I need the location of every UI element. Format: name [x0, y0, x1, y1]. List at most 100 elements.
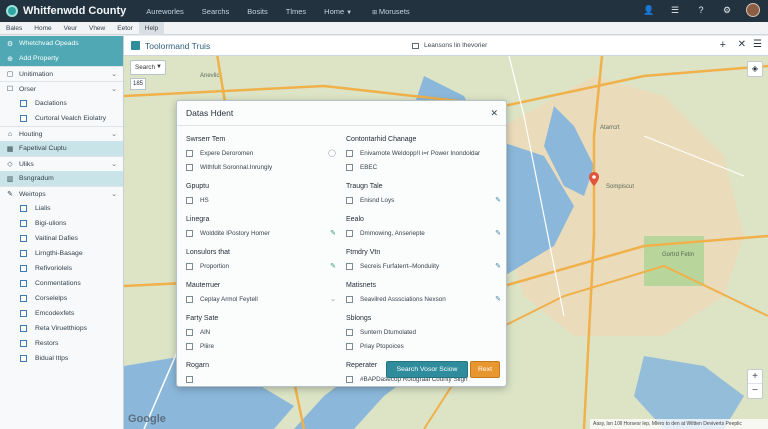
user-icon[interactable]: 👤 [642, 3, 656, 17]
settings-icon[interactable]: ☰ [668, 3, 682, 17]
filter-option[interactable]: Enivarnote Weldopp!I i=r Power Inondolda… [346, 146, 501, 160]
filter-option[interactable]: HS [186, 193, 336, 207]
sidebar-checkbox[interactable] [20, 310, 27, 317]
filter-checkbox[interactable] [346, 295, 353, 303]
location-pin-icon[interactable] [589, 172, 599, 186]
close-icon[interactable]: ✕ [490, 108, 498, 119]
sidebar-checkbox[interactable] [20, 250, 27, 257]
map-search-dropdown[interactable]: Search ▼ [130, 60, 166, 75]
filter-checkbox[interactable] [346, 163, 353, 171]
sidebar-item[interactable]: Refivoriolels [0, 261, 123, 276]
nav-item[interactable]: Tlmes [286, 7, 306, 16]
filter-option[interactable]: Priay Ptopoices [346, 339, 501, 353]
sidebar-checkbox[interactable] [20, 115, 27, 122]
filter-checkbox[interactable] [186, 342, 193, 350]
filter-option[interactable]: Dmmowing, Anseriepte ✎ [346, 226, 501, 240]
sidebar-item[interactable]: Daclations [0, 96, 123, 111]
chevron-down-icon[interactable]: ⌄ [111, 130, 117, 138]
edit-icon[interactable]: ✎ [495, 262, 501, 270]
filter-checkbox[interactable] [186, 149, 193, 157]
filter-option[interactable]: EBEC [346, 160, 501, 174]
menu-item-help[interactable]: Help [138, 21, 165, 35]
sidebar-item[interactable]: ☐ Orser ⌄ [0, 81, 123, 96]
filter-option[interactable]: Seavilred Asssciations Nexson ✎ [346, 292, 501, 306]
filter-option[interactable]: Pliire [186, 339, 336, 353]
sidebar-checkbox[interactable] [20, 325, 27, 332]
sidebar-checkbox[interactable] [20, 355, 27, 362]
menu-icon[interactable]: ☰ [753, 39, 762, 50]
filter-checkbox[interactable] [186, 229, 193, 237]
filter-checkbox[interactable] [346, 196, 353, 204]
menu-item[interactable]: Veur [58, 25, 83, 32]
sidebar-item[interactable]: ⌂ Houting ⌄ [0, 126, 123, 141]
menu-item[interactable]: Bales [0, 25, 28, 32]
menu-item[interactable]: Vhew [83, 25, 111, 32]
reset-button[interactable]: Rext [470, 361, 500, 378]
search-button[interactable]: Search Vosor Sciow [386, 361, 468, 378]
chevron-down-icon[interactable]: ⌄ [111, 70, 117, 78]
chevron-down-icon[interactable]: ⌄ [111, 160, 117, 168]
filter-checkbox[interactable] [346, 262, 353, 270]
sidebar-item[interactable]: ▥ Bsngradum [0, 171, 123, 186]
sidebar-item[interactable]: Restors [0, 336, 123, 351]
zoom-in-button[interactable]: + [748, 370, 762, 384]
sidebar-item[interactable]: ⚙ Whetchvad Opeads [0, 36, 123, 51]
sidebar-checkbox[interactable] [20, 205, 27, 212]
refresh-icon[interactable]: ◯ [328, 149, 336, 157]
filter-checkbox[interactable] [346, 342, 353, 350]
sidebar-checkbox[interactable] [20, 280, 27, 287]
sidebar-item[interactable]: Emcodexfets [0, 306, 123, 321]
filter-option[interactable]: Proportion ✎ [186, 259, 336, 273]
nav-item[interactable]: Aureworles [146, 7, 184, 16]
sidebar-item[interactable]: Bigi-ulions [0, 216, 123, 231]
menu-item[interactable]: Home [28, 25, 57, 32]
sidebar-checkbox[interactable] [20, 220, 27, 227]
edit-icon[interactable]: ✎ [330, 229, 336, 237]
sidebar-item[interactable]: ▦ Fapetival Cuptu [0, 141, 123, 156]
filter-option[interactable] [186, 372, 336, 386]
chevron-down-icon[interactable]: ⌄ [111, 190, 117, 198]
sidebar-checkbox[interactable] [20, 295, 27, 302]
filter-checkbox[interactable] [346, 229, 353, 237]
chevron-down-icon[interactable]: ⌄ [111, 85, 117, 93]
sidebar-checkbox[interactable] [20, 340, 27, 347]
sidebar-checkbox[interactable] [20, 235, 27, 242]
layers-icon[interactable]: ◈ [747, 61, 763, 77]
sidebar-checkbox[interactable] [20, 265, 27, 272]
sidebar-item[interactable]: ✎ Weirtops ⌄ [0, 186, 123, 201]
filter-option[interactable]: Expere Deroromen ◯ [186, 146, 336, 160]
filter-checkbox[interactable] [186, 375, 193, 383]
filter-checkbox[interactable] [346, 328, 353, 336]
filter-checkbox[interactable] [186, 295, 193, 303]
add-icon[interactable]: + [720, 39, 726, 51]
filter-option[interactable]: Ceplay Armol Feytell ⌄ [186, 292, 336, 306]
sidebar-item[interactable]: ▢ Unitimation ⌄ [0, 66, 123, 81]
filter-checkbox[interactable] [346, 149, 353, 157]
edit-icon[interactable]: ✎ [495, 229, 501, 237]
filter-option[interactable]: Withfult Soronnal.Inrungly [186, 160, 336, 174]
sidebar-item[interactable]: Curtoral Vealch Eiolatry [0, 111, 123, 126]
edit-icon[interactable]: ✎ [495, 295, 501, 303]
nav-item-morusets[interactable]: ⊞ Morusets [370, 7, 410, 16]
zoom-out-button[interactable]: − [748, 384, 762, 398]
nav-item-home[interactable]: Home ▼ [324, 7, 352, 16]
map-chip[interactable]: 185 [130, 78, 146, 90]
sidebar-item[interactable]: Vaitinal Dafies [0, 231, 123, 246]
sidebar-checkbox[interactable] [20, 100, 27, 107]
filter-checkbox[interactable] [186, 196, 193, 204]
sidebar-item[interactable]: ⊕ Add Property [0, 51, 123, 66]
filter-option[interactable]: Suntern Dtumolated [346, 325, 501, 339]
close-icon[interactable]: ✕ [738, 39, 746, 50]
filter-option[interactable]: AlN [186, 325, 336, 339]
sidebar-item[interactable]: Corselelps [0, 291, 123, 306]
sidebar-item[interactable]: Lirngthi-Basage [0, 246, 123, 261]
nav-item[interactable]: Bosits [247, 7, 267, 16]
filter-option[interactable]: Secreis Furfaterrt–Mondulity ✎ [346, 259, 501, 273]
edit-icon[interactable]: ⌄ [330, 295, 336, 303]
help-icon[interactable]: ? [694, 3, 708, 17]
sidebar-item[interactable]: Conmentations [0, 276, 123, 291]
sidebar-item[interactable]: ◇ Uliks ⌄ [0, 156, 123, 171]
filter-option[interactable]: Enisnd Loys ✎ [346, 193, 501, 207]
sidebar-item[interactable]: Lialis [0, 201, 123, 216]
sidebar-item[interactable]: Reta Viruetthiops [0, 321, 123, 336]
